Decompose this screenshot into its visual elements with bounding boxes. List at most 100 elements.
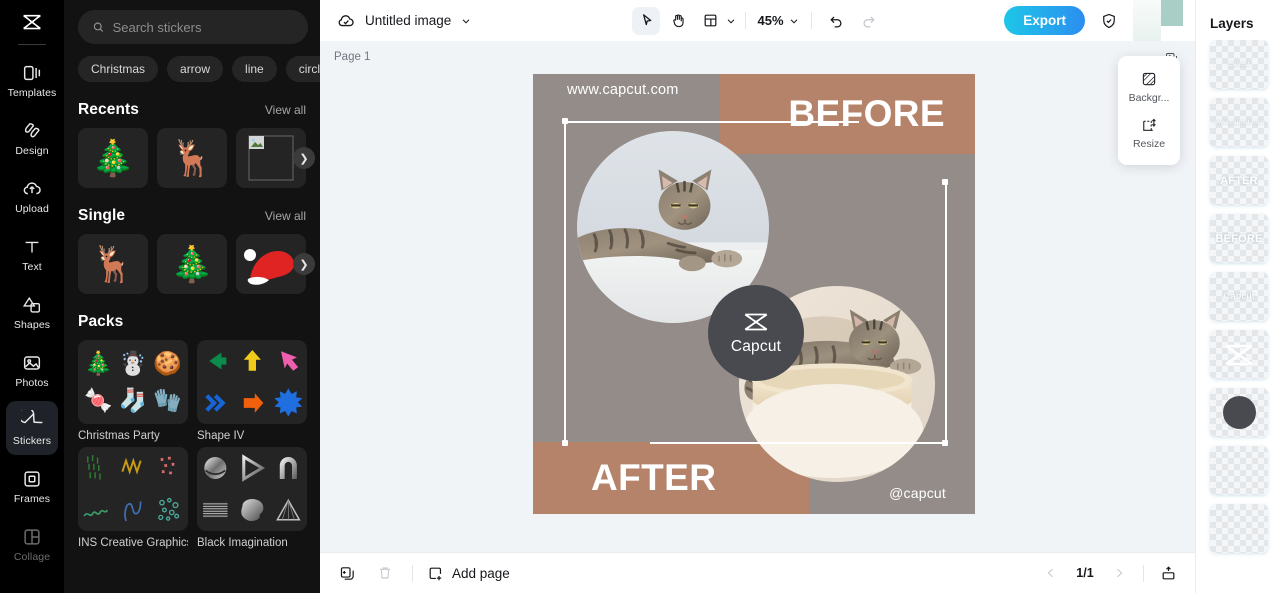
layer-after-text[interactable]: AFTER (1210, 156, 1268, 205)
pink-x-scatter-icon (160, 456, 176, 475)
sticker-reindeer[interactable]: 🦌 (157, 128, 227, 188)
layer-capcut-badge-text[interactable]: Capcut (1210, 40, 1268, 89)
undo-button[interactable] (823, 7, 851, 35)
user-avatar[interactable] (1133, 0, 1183, 41)
layout-tool-button[interactable] (696, 7, 724, 35)
watermark-url-text[interactable]: www.capcut.com (567, 82, 679, 98)
sticker-christmas-tree[interactable]: 🎄 (78, 128, 148, 188)
sidebar-item-label: Design (15, 144, 49, 157)
security-shield-button[interactable] (1095, 7, 1123, 35)
sidebar-item-photos[interactable]: Photos (6, 343, 58, 397)
redo-button[interactable] (855, 7, 883, 35)
sidebar-item-label: Frames (13, 492, 51, 505)
add-page-icon (429, 567, 442, 580)
pack-label: Christmas Party (78, 430, 160, 442)
chevron-down-icon[interactable] (788, 15, 800, 27)
packs-section-header: Packs (78, 313, 306, 331)
chevron-right-icon (1117, 568, 1123, 578)
orange-right-arrow-icon (243, 393, 263, 413)
single-next-arrow[interactable]: ❯ (293, 253, 315, 275)
pack-black-imagination[interactable]: Black Imagination (197, 447, 307, 549)
chip-circle[interactable]: circle (285, 56, 320, 82)
sidebar-item-text[interactable]: Text (6, 227, 58, 281)
expand-panel-icon (1162, 565, 1174, 579)
chip-line[interactable]: line (232, 56, 277, 82)
recents-next-arrow[interactable]: ❯ (293, 147, 315, 169)
pack-thumbnail (78, 447, 188, 531)
pack-ins-creative-graphics[interactable]: INS Creative Graphics (78, 447, 188, 549)
search-sticker-box[interactable] (78, 10, 308, 44)
layer-capcut-logo[interactable] (1210, 330, 1268, 379)
search-input[interactable] (112, 19, 294, 35)
layer-watermark-url[interactable]: www.capcut.com (1210, 98, 1268, 147)
chip-christmas[interactable]: Christmas (78, 56, 159, 82)
background-tool-label: Backgr... (1128, 92, 1170, 104)
layer-thumb-label: BEFORE (1215, 232, 1263, 245)
layer-before-text[interactable]: BEFORE (1210, 214, 1268, 263)
layer-empty-2[interactable] (1210, 504, 1268, 553)
capcut-badge[interactable]: Capcut (708, 285, 804, 381)
left-nav-rail: Templates Design Upload Text Shapes Phot… (0, 0, 64, 593)
watermark-handle-text[interactable]: @capcut (889, 485, 946, 501)
chevron-down-icon[interactable] (725, 15, 737, 27)
next-page-button[interactable] (1106, 560, 1132, 586)
image-placeholder-icon (248, 135, 294, 181)
view-all-single[interactable]: View all (265, 209, 306, 223)
chip-arrow[interactable]: arrow (167, 56, 224, 82)
delete-page-button[interactable] (372, 560, 398, 586)
pack-shape-iv[interactable]: Shape IV (197, 340, 307, 442)
document-title[interactable]: Untitled image (365, 13, 451, 28)
sidebar-item-design[interactable]: Design (6, 111, 58, 165)
page-navigation: 1/1 (1038, 560, 1181, 586)
canvas-stage[interactable]: Page 1 BEFORE AFTER www.capcut.com @capc… (320, 41, 1195, 552)
sidebar-item-upload[interactable]: Upload (6, 169, 58, 223)
shield-check-icon (1103, 13, 1115, 28)
design-artboard[interactable]: BEFORE AFTER www.capcut.com @capcut Capc… (533, 74, 975, 514)
resize-tool-button[interactable]: Resize (1118, 110, 1180, 156)
metal-blob-icon (240, 498, 263, 522)
prev-page-button[interactable] (1038, 560, 1064, 586)
stickers-panel: Christmas arrow line circle Recents View… (64, 0, 320, 593)
single-section-header: Single View all (78, 207, 306, 225)
document-name-group[interactable]: Untitled image (336, 11, 472, 31)
green-spiral-icon (83, 509, 109, 517)
pink-diagonal-arrow-icon (281, 351, 299, 371)
sticker-reindeer[interactable]: 🦌 (78, 234, 148, 294)
layer-capcut-text[interactable]: Capcut (1210, 272, 1268, 321)
expand-panel-button[interactable] (1155, 560, 1181, 586)
bottom-divider (1143, 564, 1144, 582)
top-right-actions: Export (1004, 0, 1183, 41)
select-tool-button[interactable] (632, 6, 661, 35)
sidebar-item-collage[interactable]: Collage (6, 517, 58, 571)
layer-dark-circle[interactable] (1210, 388, 1268, 437)
capcut-logo-icon[interactable] (12, 6, 52, 40)
sticker-christmas-tree[interactable]: 🎄 (157, 234, 227, 294)
pack-glyph: 🍪 (153, 350, 182, 376)
pack-christmas-party[interactable]: 🎄 ☃️ 🍪 🍬 🧦 🧤 Christmas Party (78, 340, 188, 442)
sidebar-item-label: Upload (15, 202, 49, 215)
sidebar-item-stickers[interactable]: Stickers (6, 401, 58, 455)
add-page-button[interactable]: Add page (427, 565, 510, 582)
layers-panel-title: Layers (1210, 16, 1254, 31)
after-text: AFTER (591, 457, 717, 498)
editor-main: Untitled image 45% Export Page 1 BEFORE … (320, 0, 1195, 593)
sidebar-item-shapes[interactable]: Shapes (6, 285, 58, 339)
redo-icon (863, 16, 875, 28)
sidebar-item-frames[interactable]: Frames (6, 459, 58, 513)
layer-empty-1[interactable] (1210, 446, 1268, 495)
chevron-down-icon[interactable] (460, 15, 472, 27)
sticker-glyph: 🎄 (170, 244, 214, 284)
metal-striped-square-icon (203, 501, 228, 519)
sticker-glyph: 🦌 (91, 244, 135, 284)
zoom-level-value[interactable]: 45% (754, 13, 786, 28)
toolbar-divider (810, 12, 812, 29)
hand-tool-button[interactable] (664, 7, 692, 35)
sidebar-item-templates[interactable]: Templates (6, 53, 58, 107)
before-band[interactable]: BEFORE (719, 74, 975, 154)
background-tool-button[interactable]: Backgr... (1118, 64, 1180, 110)
section-title: Single (78, 207, 126, 224)
duplicate-page-button[interactable] (334, 560, 360, 586)
capcut-badge-label: Capcut (730, 337, 782, 355)
export-button[interactable]: Export (1004, 6, 1085, 35)
view-all-recents[interactable]: View all (265, 103, 306, 117)
